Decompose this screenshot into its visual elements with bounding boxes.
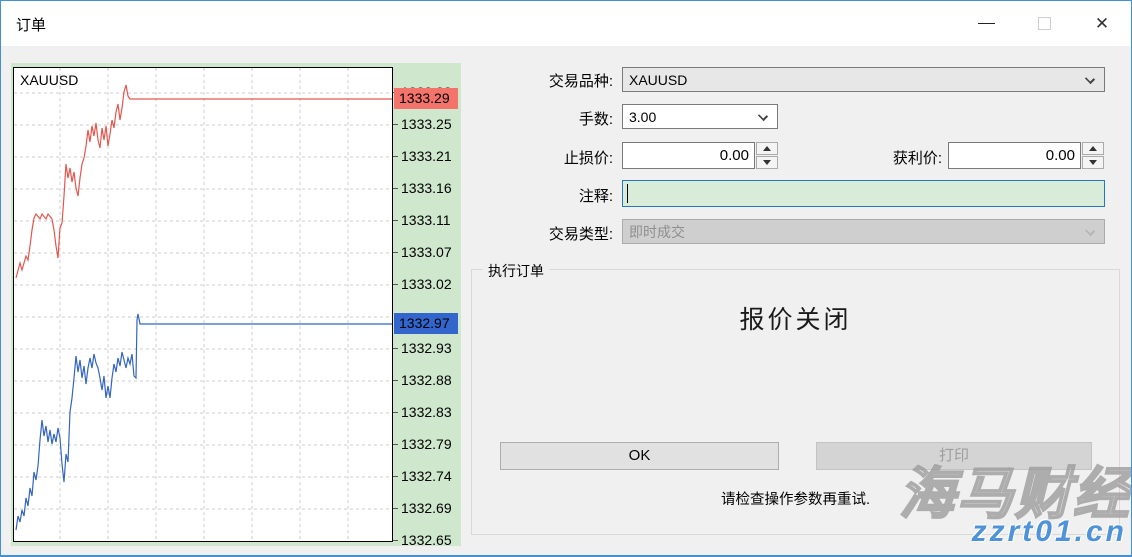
chevron-down-icon bbox=[1085, 226, 1095, 236]
price-tick-mark bbox=[393, 156, 398, 157]
ok-button[interactable]: OK bbox=[500, 442, 779, 470]
stoploss-spinner: 0.00 bbox=[622, 142, 778, 169]
price-scale-panel: XAUUSD 1333.331333.251333.211333.161333.… bbox=[11, 63, 461, 546]
price-tick-mark bbox=[393, 476, 398, 477]
maximize-icon bbox=[1038, 17, 1051, 30]
text-caret bbox=[627, 184, 628, 203]
price-tick-mark bbox=[393, 508, 398, 509]
price-tick-mark bbox=[393, 348, 398, 349]
price-tick-mark bbox=[393, 540, 398, 541]
takeprofit-input[interactable]: 0.00 bbox=[948, 142, 1081, 169]
price-tick-label: 1333.07 bbox=[401, 244, 452, 260]
symbol-select[interactable]: XAUUSD bbox=[622, 67, 1105, 92]
price-tick-mark bbox=[393, 252, 398, 253]
volume-label: 手数: bbox=[481, 108, 613, 129]
minimize-icon bbox=[978, 23, 995, 24]
price-tick-label: 1332.93 bbox=[401, 340, 452, 356]
arrow-down-icon bbox=[1089, 160, 1097, 165]
execute-order-group-title: 执行订单 bbox=[483, 261, 549, 281]
quotes-closed-message: 报价关闭 bbox=[472, 300, 1119, 336]
title-bar: 订单 ✕ bbox=[1, 1, 1131, 46]
arrow-up-icon bbox=[1089, 146, 1097, 151]
price-tick-label: 1332.83 bbox=[401, 404, 452, 420]
maximize-button bbox=[1015, 1, 1073, 46]
price-tick-label: 1332.74 bbox=[401, 468, 452, 484]
ask-price-badge: 1333.29 bbox=[394, 88, 458, 109]
takeprofit-label: 获利价: bbox=[810, 147, 942, 168]
chart-symbol-label: XAUUSD bbox=[20, 72, 78, 88]
price-tick-label: 1333.11 bbox=[401, 212, 451, 228]
order-type-select-value: 即时成交 bbox=[629, 222, 685, 242]
chevron-down-icon bbox=[758, 111, 768, 121]
price-tick-mark bbox=[393, 444, 398, 445]
price-tick-label: 1332.88 bbox=[401, 372, 452, 388]
volume-select[interactable]: 3.00 bbox=[622, 104, 778, 129]
stoploss-decrement-button[interactable] bbox=[756, 156, 778, 169]
window-title: 订单 bbox=[16, 14, 46, 35]
price-tick-label: 1333.25 bbox=[401, 116, 452, 132]
stoploss-input[interactable]: 0.00 bbox=[622, 142, 755, 169]
price-tick-mark bbox=[393, 188, 398, 189]
price-tick-label: 1333.16 bbox=[401, 180, 452, 196]
order-dialog-window: 订单 ✕ XAUUSD 1333.331333.251333.211333.16… bbox=[0, 0, 1132, 557]
bid-price-badge: 1332.97 bbox=[394, 313, 458, 334]
close-icon: ✕ bbox=[1095, 15, 1109, 32]
takeprofit-spinner: 0.00 bbox=[948, 142, 1104, 169]
watermark-url: zzrt01.cn bbox=[972, 515, 1127, 549]
arrow-down-icon bbox=[763, 160, 771, 165]
price-tick-label: 1332.65 bbox=[401, 532, 452, 548]
price-tick-mark bbox=[393, 284, 398, 285]
price-tick-label: 1333.02 bbox=[401, 276, 452, 292]
takeprofit-decrement-button[interactable] bbox=[1082, 156, 1104, 169]
price-tick-label: 1333.21 bbox=[401, 148, 452, 164]
chevron-down-icon bbox=[1085, 74, 1095, 84]
order-type-label: 交易类型: bbox=[481, 223, 613, 244]
order-type-select: 即时成交 bbox=[622, 219, 1105, 244]
tick-chart: XAUUSD bbox=[13, 67, 393, 542]
stoploss-increment-button[interactable] bbox=[756, 142, 778, 155]
price-tick-label: 1332.69 bbox=[401, 500, 452, 516]
volume-select-value: 3.00 bbox=[629, 109, 656, 125]
symbol-select-value: XAUUSD bbox=[629, 72, 687, 88]
price-tick-mark bbox=[393, 380, 398, 381]
close-button[interactable]: ✕ bbox=[1073, 1, 1131, 46]
price-tick-label: 1332.79 bbox=[401, 436, 452, 452]
minimize-button[interactable] bbox=[957, 1, 1015, 46]
takeprofit-increment-button[interactable] bbox=[1082, 142, 1104, 155]
arrow-up-icon bbox=[763, 146, 771, 151]
symbol-label: 交易品种: bbox=[481, 70, 613, 91]
comment-input[interactable] bbox=[622, 180, 1105, 207]
stoploss-label: 止损价: bbox=[481, 147, 613, 168]
price-tick-mark bbox=[393, 412, 398, 413]
tick-chart-canvas bbox=[14, 68, 392, 541]
price-tick-mark bbox=[393, 124, 398, 125]
price-tick-mark bbox=[393, 220, 398, 221]
comment-label: 注释: bbox=[481, 185, 613, 206]
